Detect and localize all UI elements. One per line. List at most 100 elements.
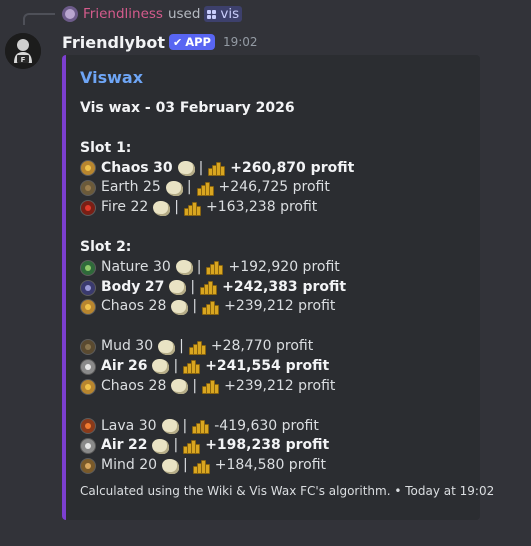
- rune-row: Chaos 28 | +239,212 profit: [80, 297, 464, 317]
- footer-separator: •: [394, 484, 402, 498]
- profit-value: -419,630 profit: [214, 417, 319, 434]
- profit-value: +184,580 profit: [214, 457, 327, 474]
- rune-row: Chaos 28 | +239,212 profit: [80, 377, 464, 397]
- vis-wax-icon: [152, 438, 170, 454]
- coins-icon: [192, 459, 211, 474]
- rune-row: Nature 30 | +192,920 profit: [80, 258, 464, 278]
- coins-icon: [184, 201, 202, 216]
- nature-rune-icon: [80, 259, 96, 276]
- profit-value: +241,554 profit: [205, 357, 330, 374]
- fire-rune-icon: [80, 200, 96, 217]
- air-rune-icon: [80, 358, 96, 375]
- rune-quantity: 25: [143, 179, 161, 196]
- mud-rune-icon: [80, 339, 96, 356]
- rune-row: Body 27 | +242,383 profit: [80, 278, 464, 298]
- chaos-rune-icon: [80, 299, 96, 316]
- slot-2-label: Slot 2:: [80, 238, 132, 255]
- reply-avatar[interactable]: [62, 6, 78, 22]
- vis-wax-icon: [171, 379, 189, 395]
- vis-wax-icon: [152, 359, 170, 375]
- profit-value: +198,238 profit: [205, 437, 330, 454]
- rune-name: Fire: [101, 199, 126, 216]
- separator: |: [192, 298, 198, 315]
- separator: |: [179, 338, 184, 355]
- earth-rune-icon: [80, 180, 96, 197]
- embed-footer: Calculated using the Wiki & Vis Wax FC's…: [80, 484, 494, 498]
- slot-1-label: Slot 1:: [80, 139, 132, 156]
- app-badge: ✔ APP: [168, 34, 215, 50]
- separator: |: [173, 357, 179, 374]
- air-rune-icon: [80, 438, 96, 455]
- vis-wax-icon: [162, 458, 180, 474]
- rune-name: Chaos: [101, 159, 149, 176]
- coins-icon: [196, 181, 215, 196]
- message-header: Friendlybot ✔ APP 19:02: [62, 31, 258, 53]
- separator: |: [174, 199, 179, 216]
- vis-wax-icon: [161, 418, 179, 434]
- message-timestamp[interactable]: 19:02: [223, 35, 258, 49]
- app-command-icon: [207, 9, 217, 19]
- lava-rune-icon: [80, 418, 96, 435]
- rune-name: Air: [101, 357, 124, 374]
- rune-row: Earth 25 | +246,725 profit: [80, 178, 464, 198]
- rune-quantity: 20: [139, 457, 158, 474]
- rune-name: Mud: [101, 338, 131, 355]
- svg-text:F: F: [21, 56, 26, 64]
- rune-row: Air 26 | +241,554 profit: [80, 357, 464, 377]
- separator: |: [190, 278, 196, 295]
- coins-icon: [202, 379, 220, 395]
- rune-row: Fire 22 | +163,238 profit: [80, 198, 464, 218]
- rune-quantity: 30: [152, 258, 171, 275]
- vis-wax-heading: Vis wax - 03 February 2026: [80, 100, 295, 116]
- separator: |: [186, 179, 192, 196]
- rune-row: Mud 30 | +28,770 profit: [80, 337, 464, 357]
- bot-avatar[interactable]: F: [5, 33, 41, 69]
- separator: |: [196, 258, 202, 275]
- coins-icon: [188, 340, 207, 355]
- vis-wax-icon: [165, 180, 183, 196]
- coins-icon: [200, 280, 218, 296]
- verified-check-icon: ✔: [172, 35, 183, 49]
- coins-icon: [183, 359, 201, 375]
- separator: |: [198, 159, 204, 176]
- rune-quantity: 30: [138, 417, 157, 434]
- coins-icon: [192, 419, 210, 434]
- profit-value: +28,770 profit: [210, 338, 314, 355]
- rune-name: Mind: [101, 457, 135, 474]
- rune-quantity: 27: [144, 278, 165, 295]
- rune-quantity: 28: [148, 377, 167, 394]
- vis-wax-icon: [169, 280, 187, 296]
- chaos-rune-icon: [80, 378, 96, 395]
- rune-row: Lava 30 | -419,630 profit: [80, 417, 464, 437]
- footer-text: Calculated using the Wiki & Vis Wax FC's…: [80, 484, 391, 498]
- rune-row: Mind 20 | +184,580 profit: [80, 456, 464, 476]
- rune-name: Lava: [101, 417, 135, 434]
- command-name: vis: [220, 6, 240, 22]
- vis-wax-icon: [175, 260, 193, 276]
- rune-name: Chaos: [101, 298, 145, 315]
- bot-username[interactable]: Friendlybot: [62, 33, 165, 52]
- rune-quantity: 30: [135, 338, 154, 355]
- app-badge-label: APP: [185, 35, 211, 49]
- profit-value: +239,212 profit: [224, 377, 336, 394]
- reply-username[interactable]: Friendliness: [83, 6, 163, 22]
- profit-value: +239,212 profit: [224, 298, 336, 315]
- rune-name: Chaos: [101, 377, 145, 394]
- embed-title[interactable]: Viswax: [80, 67, 464, 89]
- coins-icon: [208, 161, 226, 176]
- vis-wax-icon: [153, 200, 171, 216]
- coins-icon: [183, 439, 201, 454]
- rune-quantity: 22: [128, 437, 148, 454]
- rune-name: Earth: [101, 179, 139, 196]
- profit-value: +246,725 profit: [218, 179, 330, 196]
- chaos-rune-icon: [80, 160, 96, 177]
- slash-command-chip[interactable]: vis: [204, 6, 243, 22]
- profit-value: +163,238 profit: [206, 199, 318, 216]
- rune-quantity: 28: [148, 298, 167, 315]
- profit-value: +260,870 profit: [230, 159, 355, 176]
- reply-context[interactable]: Friendliness used vis: [62, 5, 243, 23]
- separator: |: [182, 417, 188, 434]
- rune-quantity: 22: [130, 199, 149, 216]
- mind-rune-icon: [80, 458, 96, 475]
- reply-used-text: used: [167, 6, 201, 22]
